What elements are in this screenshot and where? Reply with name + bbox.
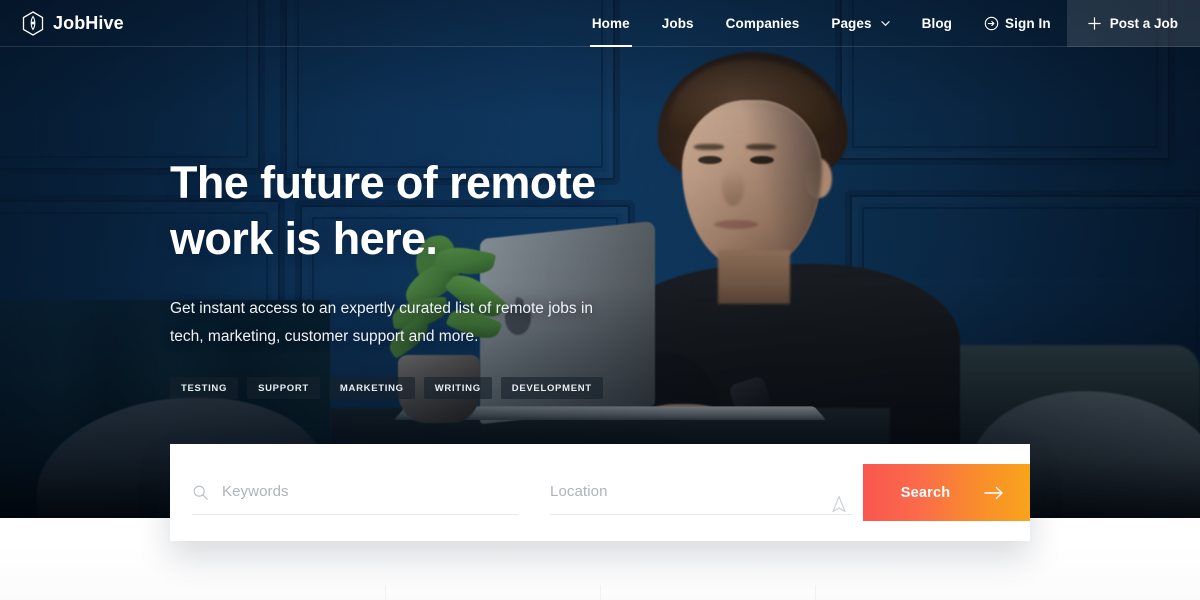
category-tag[interactable]: WRITING	[423, 377, 492, 399]
search-icon	[193, 485, 208, 500]
post-a-job-button[interactable]: Post a Job	[1066, 0, 1200, 47]
headline-line-2: work is here.	[170, 213, 438, 264]
hero-subtitle: Get instant access to an expertly curate…	[170, 295, 622, 351]
page-title: The future of remote work is here.	[170, 155, 730, 267]
page-root: JobHive Home Jobs Companies Pages Blog S…	[0, 0, 1200, 600]
stats-row	[170, 585, 1030, 600]
brand-logo[interactable]: JobHive	[0, 10, 124, 36]
nav-item-companies[interactable]: Companies	[710, 0, 816, 47]
site-header: JobHive Home Jobs Companies Pages Blog S…	[0, 0, 1200, 47]
nav-item-home[interactable]: Home	[576, 0, 646, 47]
nav-label: Companies	[725, 15, 800, 31]
search-button-label: Search	[900, 484, 951, 501]
nav-item-pages[interactable]: Pages	[815, 0, 905, 47]
category-tag-list: TESTING SUPPORT MARKETING WRITING DEVELO…	[170, 377, 730, 399]
keywords-field[interactable]: Keywords	[170, 444, 528, 541]
arrow-right-icon	[984, 486, 1003, 499]
hexagon-logo-icon	[22, 10, 44, 36]
brand-name: JobHive	[53, 12, 124, 33]
plus-icon	[1088, 16, 1101, 30]
subtitle-line-2: tech, marketing, customer support and mo…	[170, 328, 479, 345]
nav-label: Sign In	[1005, 15, 1051, 31]
category-tag[interactable]: MARKETING	[328, 377, 415, 399]
post-a-job-label: Post a Job	[1109, 15, 1178, 31]
stat-cell	[815, 585, 1030, 600]
nav-item-jobs[interactable]: Jobs	[646, 0, 710, 47]
headline-line-1: The future of remote	[170, 157, 596, 208]
nav-item-blog[interactable]: Blog	[906, 0, 968, 47]
search-button[interactable]: Search	[863, 464, 1030, 521]
location-placeholder: Location	[550, 483, 608, 500]
category-tag[interactable]: SUPPORT	[247, 377, 320, 399]
category-tag[interactable]: TESTING	[170, 377, 239, 399]
sign-in-circle-arrow-icon	[984, 16, 999, 30]
nav-label: Home	[591, 15, 630, 31]
nav-label: Jobs	[661, 15, 694, 31]
keywords-placeholder: Keywords	[222, 483, 289, 500]
category-tag[interactable]: DEVELOPMENT	[500, 377, 603, 399]
navigation-arrow-icon[interactable]	[831, 495, 847, 513]
job-search-card: Keywords Location Search	[170, 444, 1030, 541]
stat-cell	[385, 585, 600, 600]
hero-copy: The future of remote work is here. Get i…	[170, 155, 730, 399]
stat-cell	[170, 585, 385, 600]
stat-cell	[600, 585, 815, 600]
location-field[interactable]: Location	[528, 444, 863, 541]
chevron-down-icon	[880, 20, 890, 26]
nav-label: Pages	[831, 15, 872, 31]
nav-label: Blog	[921, 15, 953, 31]
nav-item-sign-in[interactable]: Sign In	[968, 0, 1067, 47]
subtitle-line-1: Get instant access to an expertly curate…	[170, 300, 594, 317]
main-navigation: Home Jobs Companies Pages Blog Sign In P…	[576, 0, 1200, 47]
